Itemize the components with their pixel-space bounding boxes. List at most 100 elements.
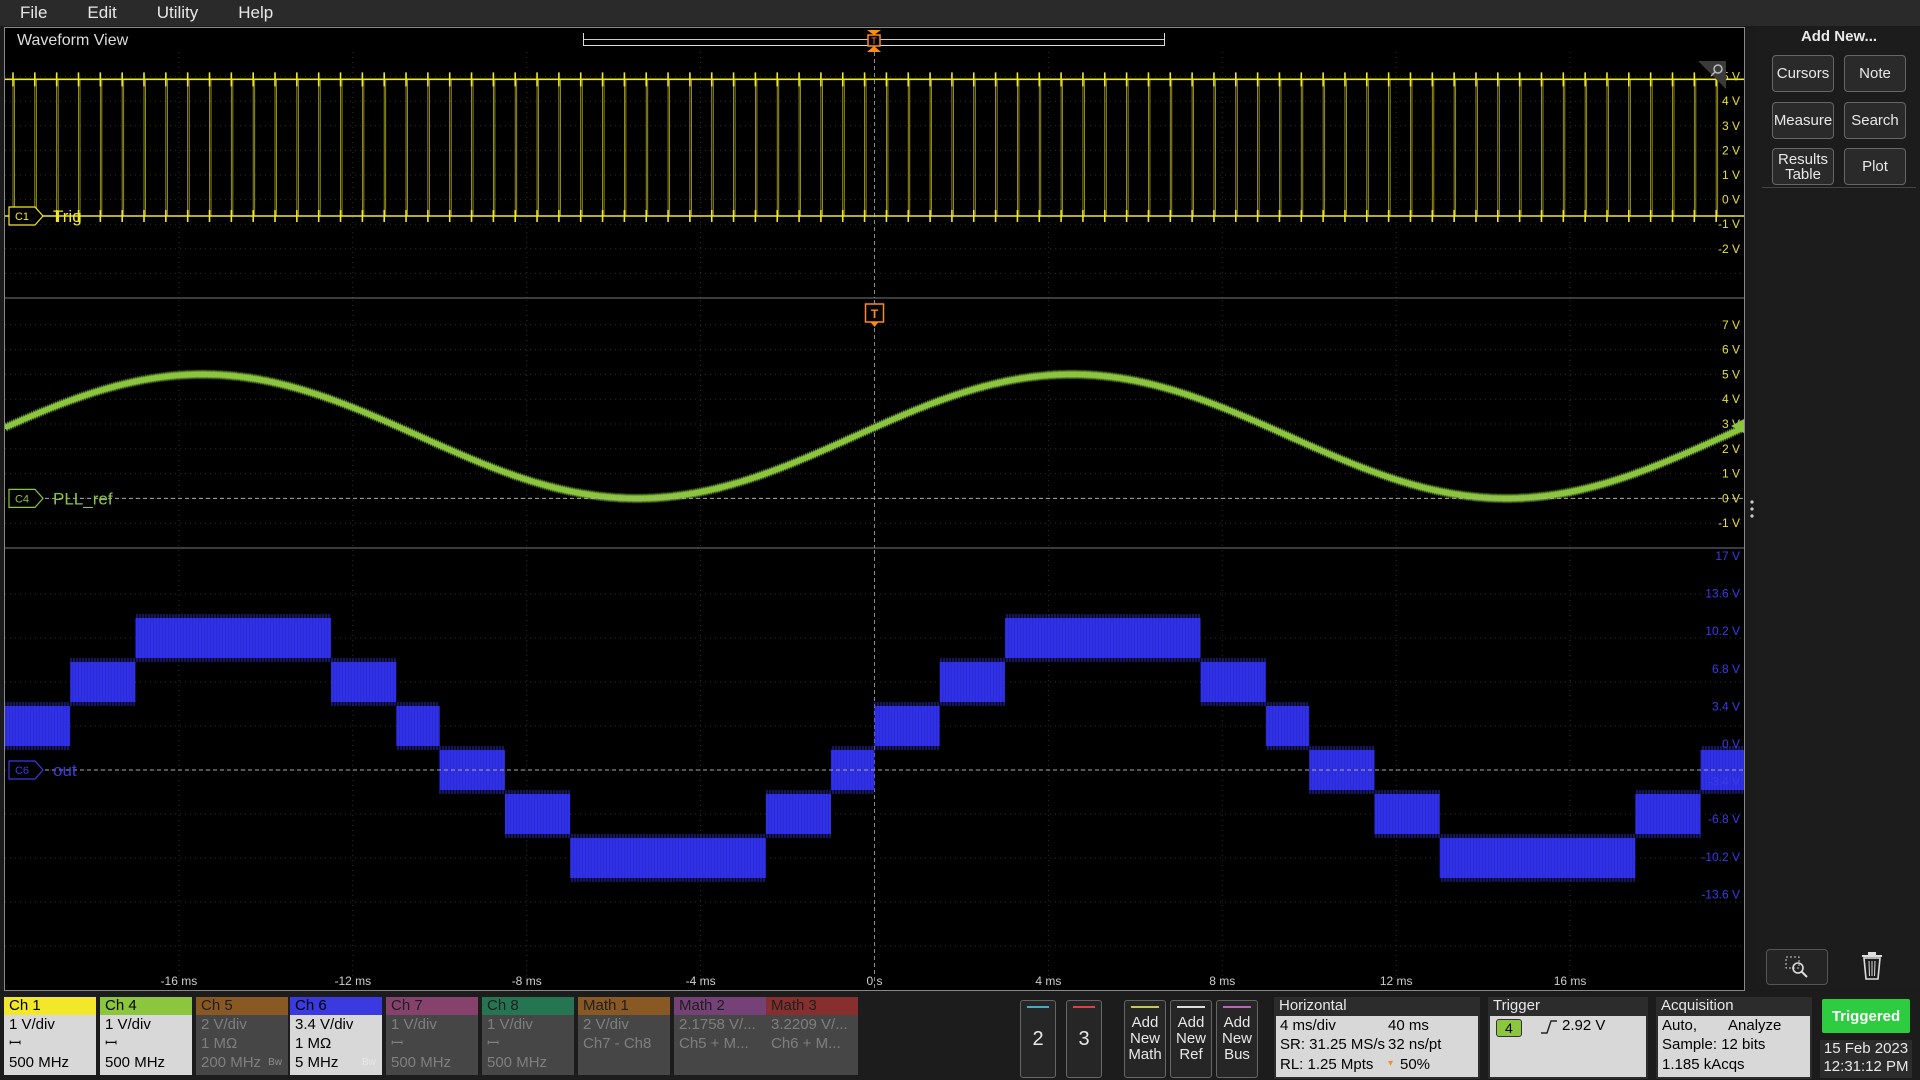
zoom-tool-button[interactable] bbox=[1766, 949, 1828, 985]
y-axis-label: 6 V bbox=[1722, 343, 1740, 357]
panel-resize-handle[interactable] bbox=[1750, 497, 1754, 527]
y-axis-label: 1 V bbox=[1722, 168, 1740, 182]
channel-badge-name: Ch 6 bbox=[290, 997, 382, 1015]
x-axis-labels: -16 ms -12 ms -8 ms -4 ms 0 s 4 ms 8 ms 12 ms 16… bbox=[161, 974, 1587, 988]
waveform-plot[interactable]: 5 V4 V3 V2 V1 V0 V-1 V-2 V7 V6 V5 V4 V3 … bbox=[5, 28, 1744, 990]
plot-button[interactable]: Plot bbox=[1844, 148, 1906, 185]
results-table-button[interactable]: Results Table bbox=[1772, 148, 1834, 185]
trigger-marker[interactable]: T bbox=[864, 303, 885, 327]
channel-badge-line3 bbox=[578, 1053, 670, 1072]
channel-badge-line1: 2 V/div bbox=[201, 1016, 247, 1033]
y-axis-label: 0 V bbox=[1722, 193, 1740, 207]
y-axis-label: 3 V bbox=[1722, 119, 1740, 133]
horizontal-record-length: RL: 1.25 Mpts bbox=[1280, 1056, 1374, 1073]
channel-badge-name: Ch 8 bbox=[482, 997, 574, 1015]
add-new-title: Add New... bbox=[1800, 28, 1878, 45]
menu-edit[interactable]: Edit bbox=[67, 3, 136, 23]
note-button[interactable]: Note bbox=[1844, 55, 1906, 92]
channel-badge-line1: 3.4 V/div bbox=[295, 1016, 354, 1033]
y-axis-label: 5 V bbox=[1722, 367, 1740, 381]
trigger-marker-arrow bbox=[870, 322, 879, 327]
y-axis-label: 6.8 V bbox=[1712, 662, 1740, 676]
y-axis-label: 4 V bbox=[1722, 392, 1740, 406]
channel-badge-name: Ch 7 bbox=[386, 997, 478, 1015]
menu-file[interactable]: File bbox=[0, 3, 67, 23]
channel-badge-body: 1 V/div ꟷ 500 MHz bbox=[386, 1015, 478, 1075]
horizontal-spacing: 32 ns/pt bbox=[1388, 1036, 1442, 1053]
waveview-3-label: 3 bbox=[1078, 1027, 1090, 1050]
date-time: 15 Feb 2023 12:31:12 PM bbox=[1820, 1040, 1912, 1078]
menu-help[interactable]: Help bbox=[218, 3, 293, 23]
trigger-position-icon[interactable]: T bbox=[865, 30, 883, 52]
ch6-channel-tag[interactable]: C6 out bbox=[8, 760, 77, 780]
rising-edge-icon bbox=[1541, 1020, 1557, 1034]
horizontal-scale: 4 ms/div bbox=[1280, 1017, 1336, 1034]
acquisition-title: Acquisition bbox=[1661, 997, 1734, 1014]
trigger-title: Trigger bbox=[1493, 997, 1540, 1014]
delete-button[interactable] bbox=[1842, 949, 1902, 983]
channel-badge-ch-6[interactable]: Ch 6 3.4 V/div 1 MΩ 5 MHz Bw bbox=[290, 997, 382, 1075]
y-axis-label: 2 V bbox=[1722, 442, 1740, 456]
ch1-channel-tag-label: Trig bbox=[53, 207, 82, 226]
channel-badge-line3: 500 MHz bbox=[391, 1054, 452, 1071]
y-axis-label: 13.6 V bbox=[1705, 587, 1740, 601]
channel-badge-line1: 3.2209 V/... bbox=[771, 1016, 848, 1033]
channel-badge-body: 1 V/div ꟷ 500 MHz bbox=[100, 1015, 192, 1075]
trigger-position-small-icon: ▾ bbox=[1388, 1058, 1394, 1069]
zoom-corner-icon[interactable] bbox=[1698, 61, 1726, 89]
acquisition-body: Auto, Analyze Sample: 12 bits 1.185 kAcq… bbox=[1658, 1016, 1810, 1077]
y-axis-label: -13.6 V bbox=[1701, 887, 1740, 901]
waveview-3-button[interactable]: 3 bbox=[1066, 1000, 1102, 1078]
channel-badge-line2: Ch6 + M... bbox=[771, 1035, 841, 1052]
ch6-trace-noise bbox=[5, 614, 1743, 882]
graticule-panel-1 bbox=[5, 52, 1744, 298]
measure-button[interactable]: Measure bbox=[1772, 102, 1834, 139]
y-axis-label: -1 V bbox=[1718, 217, 1740, 231]
x-axis-label: -12 ms bbox=[334, 974, 371, 988]
y-axis-label: 0 V bbox=[1722, 491, 1740, 505]
acquisition-section[interactable]: Acquisition Auto, Analyze Sample: 12 bit… bbox=[1656, 997, 1812, 1079]
channel-badge-name: Math 3 bbox=[766, 997, 858, 1015]
channel-badge-line2: ꟷ bbox=[487, 1035, 500, 1052]
channel-badge-name: Math 2 bbox=[674, 997, 766, 1015]
waveform-view[interactable]: 5 V4 V3 V2 V1 V0 V -1 V -2 V7 V6 V5 V4 V3 … bbox=[4, 27, 1745, 991]
channel-badge-math-2[interactable]: Math 2 2.1758 V/... Ch5 + M... bbox=[674, 997, 766, 1075]
add-new-bus-button[interactable]: Add New Bus bbox=[1216, 1000, 1258, 1078]
channel-badge-ch-1[interactable]: Ch 11 V/div ꟷ 500 MHz bbox=[4, 997, 96, 1075]
channel-badge-line2: Ch7 - Ch8 bbox=[583, 1035, 652, 1052]
channel-badge-ch-4[interactable]: Ch 41 V/div ꟷ 500 MHz bbox=[100, 997, 192, 1075]
channel-badge-math-3[interactable]: Math 3 3.2209 V/... Ch6 + M... bbox=[766, 997, 858, 1075]
y-axis-label: 2 V bbox=[1722, 143, 1740, 157]
horizontal-section[interactable]: Horizontal 4 ms/div 40 ms SR: 31.25 MS/s… bbox=[1274, 997, 1480, 1079]
search-button[interactable]: Search bbox=[1844, 102, 1906, 139]
waveview-2-button[interactable]: 2 bbox=[1020, 1000, 1056, 1078]
x-axis-label: -16 ms bbox=[161, 974, 198, 988]
acquisition-mode: Auto, bbox=[1662, 1017, 1698, 1034]
trigger-status-badge[interactable]: Triggered bbox=[1822, 999, 1910, 1033]
add-new-math-button[interactable]: Add New Math bbox=[1124, 1000, 1166, 1078]
channel-badge-line1: 2.1758 V/... bbox=[679, 1016, 756, 1033]
horizontal-title: Horizontal bbox=[1279, 997, 1347, 1014]
add-new-ref-button[interactable]: Add New Ref bbox=[1170, 1000, 1212, 1078]
ch4-channel-tag[interactable]: C4 PLL_ref bbox=[8, 488, 113, 508]
channel-badge-ch-5[interactable]: Ch 52 V/div 1 MΩ 200 MHz Bw bbox=[196, 997, 288, 1075]
x-axis-label: 12 ms bbox=[1380, 974, 1413, 988]
channel-badge-body: 1 V/div ꟷ 500 MHz bbox=[4, 1015, 96, 1075]
channel-badge-ch-7[interactable]: Ch 71 V/div ꟷ 500 MHz bbox=[386, 997, 478, 1075]
y-axis-label: 7 V bbox=[1722, 318, 1740, 332]
channel-badge-ch-8[interactable]: Ch 81 V/div ꟷ 500 MHz bbox=[482, 997, 574, 1075]
channel-badge-line3 bbox=[674, 1053, 766, 1072]
channel-badge-name: Ch 5 bbox=[196, 997, 288, 1015]
channel-badge-body: 2.1758 V/... Ch5 + M... bbox=[674, 1015, 766, 1075]
menu-utility[interactable]: Utility bbox=[137, 3, 219, 23]
x-axis-label: 16 ms bbox=[1554, 974, 1587, 988]
ch1-channel-tag-tag: C1 bbox=[15, 211, 29, 223]
graticule-panel-2 bbox=[5, 300, 1744, 548]
x-axis-label: 8 ms bbox=[1209, 974, 1235, 988]
channel-badge-math-1[interactable]: Math 12 V/div Ch7 - Ch8 bbox=[578, 997, 670, 1075]
cursors-button[interactable]: Cursors bbox=[1772, 55, 1834, 92]
horizontal-sample-rate: SR: 31.25 MS/s bbox=[1280, 1036, 1386, 1053]
trigger-section[interactable]: Trigger 4 2.92 V bbox=[1488, 997, 1648, 1079]
channel-badge-name: Math 1 bbox=[578, 997, 670, 1015]
trigger-level: 2.92 V bbox=[1562, 1017, 1606, 1034]
